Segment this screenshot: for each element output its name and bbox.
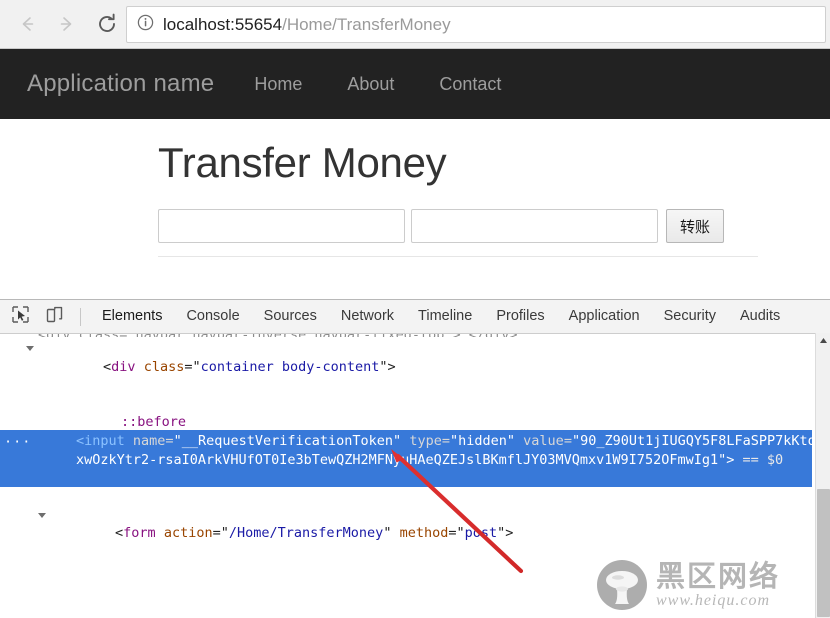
tab-timeline[interactable]: Timeline [406,300,484,333]
watermark-url: www.heiqu.com [656,591,771,609]
dom-line-request-verification-token[interactable]: <input name="__RequestVerificationToken"… [76,432,816,470]
disclosure-triangle-icon[interactable] [38,512,46,522]
inspect-element-button[interactable] [7,304,34,330]
screenshot-root: localhost:55654/Home/TransferMoney Appli… [0,0,830,618]
dom-val-form-method: post [464,525,498,541]
forward-button[interactable] [50,7,84,41]
reload-icon [95,12,119,36]
page-body-content: Transfer Money 转账 [158,139,768,243]
money-input[interactable] [411,209,658,243]
dom-val-container-class: container body-content [200,358,380,375]
url-host: localhost:55654 [163,14,283,34]
dom-attr-token-value: value [523,433,564,449]
site-brand[interactable]: Application name [27,70,214,98]
url-text: localhost:55654/Home/TransferMoney [163,15,451,35]
dom-selected-console-ref: == $0 [742,452,784,468]
dom-line-form[interactable]: <form action="/Home/TransferMoney" metho… [0,506,830,562]
tab-audits[interactable]: Audits [728,300,792,333]
scrollbar-thumb[interactable] [817,489,830,617]
site-nav-links: Home About Contact [254,74,546,95]
dom-tag-form: form [123,525,156,541]
devtools-tab-bar: Elements Console Sources Network Timelin… [90,300,792,333]
page-divider [158,256,758,257]
transfer-submit-button[interactable]: 转账 [666,209,724,243]
tab-elements[interactable]: Elements [90,300,174,333]
nav-item-home[interactable]: Home [254,74,302,95]
url-path: /Home/TransferMoney [282,14,451,34]
tab-console[interactable]: Console [174,300,251,333]
nav-item-about[interactable]: About [347,74,394,95]
dom-attr-form-action: action [163,525,213,541]
dom-tag-container: div [111,358,136,375]
tab-profiles[interactable]: Profiles [484,300,556,333]
dom-val-token-type: hidden [458,433,507,449]
toolbar-divider [80,307,81,326]
dom-attr-container-class: class [143,358,185,375]
back-button[interactable] [10,7,44,41]
dom-row-more-options[interactable]: ··· [4,433,31,452]
transfer-form: 转账 [158,209,768,243]
dom-pseudo-before: ::before [121,414,187,430]
page-title: Transfer Money [158,139,447,186]
tab-application[interactable]: Application [557,300,652,333]
mushroom-logo-icon [597,560,647,610]
dom-val-token-name: __RequestVerificationToken [181,433,394,449]
site-navbar: Application name Home About Contact [0,49,830,119]
dom-line-navbar-clipped[interactable]: <div class="navbar navbar-inverse navbar… [0,334,830,337]
watermark-text: 黑区网络 www.heiqu.com [656,561,780,610]
device-toolbar-icon [45,305,64,329]
watermark: 黑区网络 www.heiqu.com [596,556,811,614]
watermark-site-name: 黑区网络 [656,558,781,593]
device-toolbar-button[interactable] [41,304,68,330]
forward-arrow-icon [56,13,78,35]
inspect-cursor-icon [11,305,30,329]
browser-toolbar: localhost:55654/Home/TransferMoney [0,0,830,49]
site-info-icon[interactable] [137,14,154,36]
nav-item-contact[interactable]: Contact [439,74,501,95]
dom-line-container[interactable]: <div class="container body-content"> [0,339,830,395]
tab-sources[interactable]: Sources [252,300,329,333]
dom-attr-token-type: type [409,433,442,449]
address-bar[interactable]: localhost:55654/Home/TransferMoney [126,6,826,43]
back-arrow-icon [16,13,38,35]
tab-network[interactable]: Network [329,300,406,333]
dom-attr-form-method: method [399,525,449,541]
to-account-input[interactable] [158,209,405,243]
scrollbar-up-arrow-icon[interactable] [816,333,830,347]
devtools-toolbar: Elements Console Sources Network Timelin… [0,300,830,334]
disclosure-triangle-icon[interactable] [26,346,34,355]
dom-tree-scrollbar[interactable] [815,333,830,618]
reload-button[interactable] [90,7,124,41]
webpage-viewport: Application name Home About Contact Tran… [0,49,830,299]
tab-security[interactable]: Security [652,300,728,333]
dom-val-form-action: /Home/TransferMoney [228,525,384,541]
